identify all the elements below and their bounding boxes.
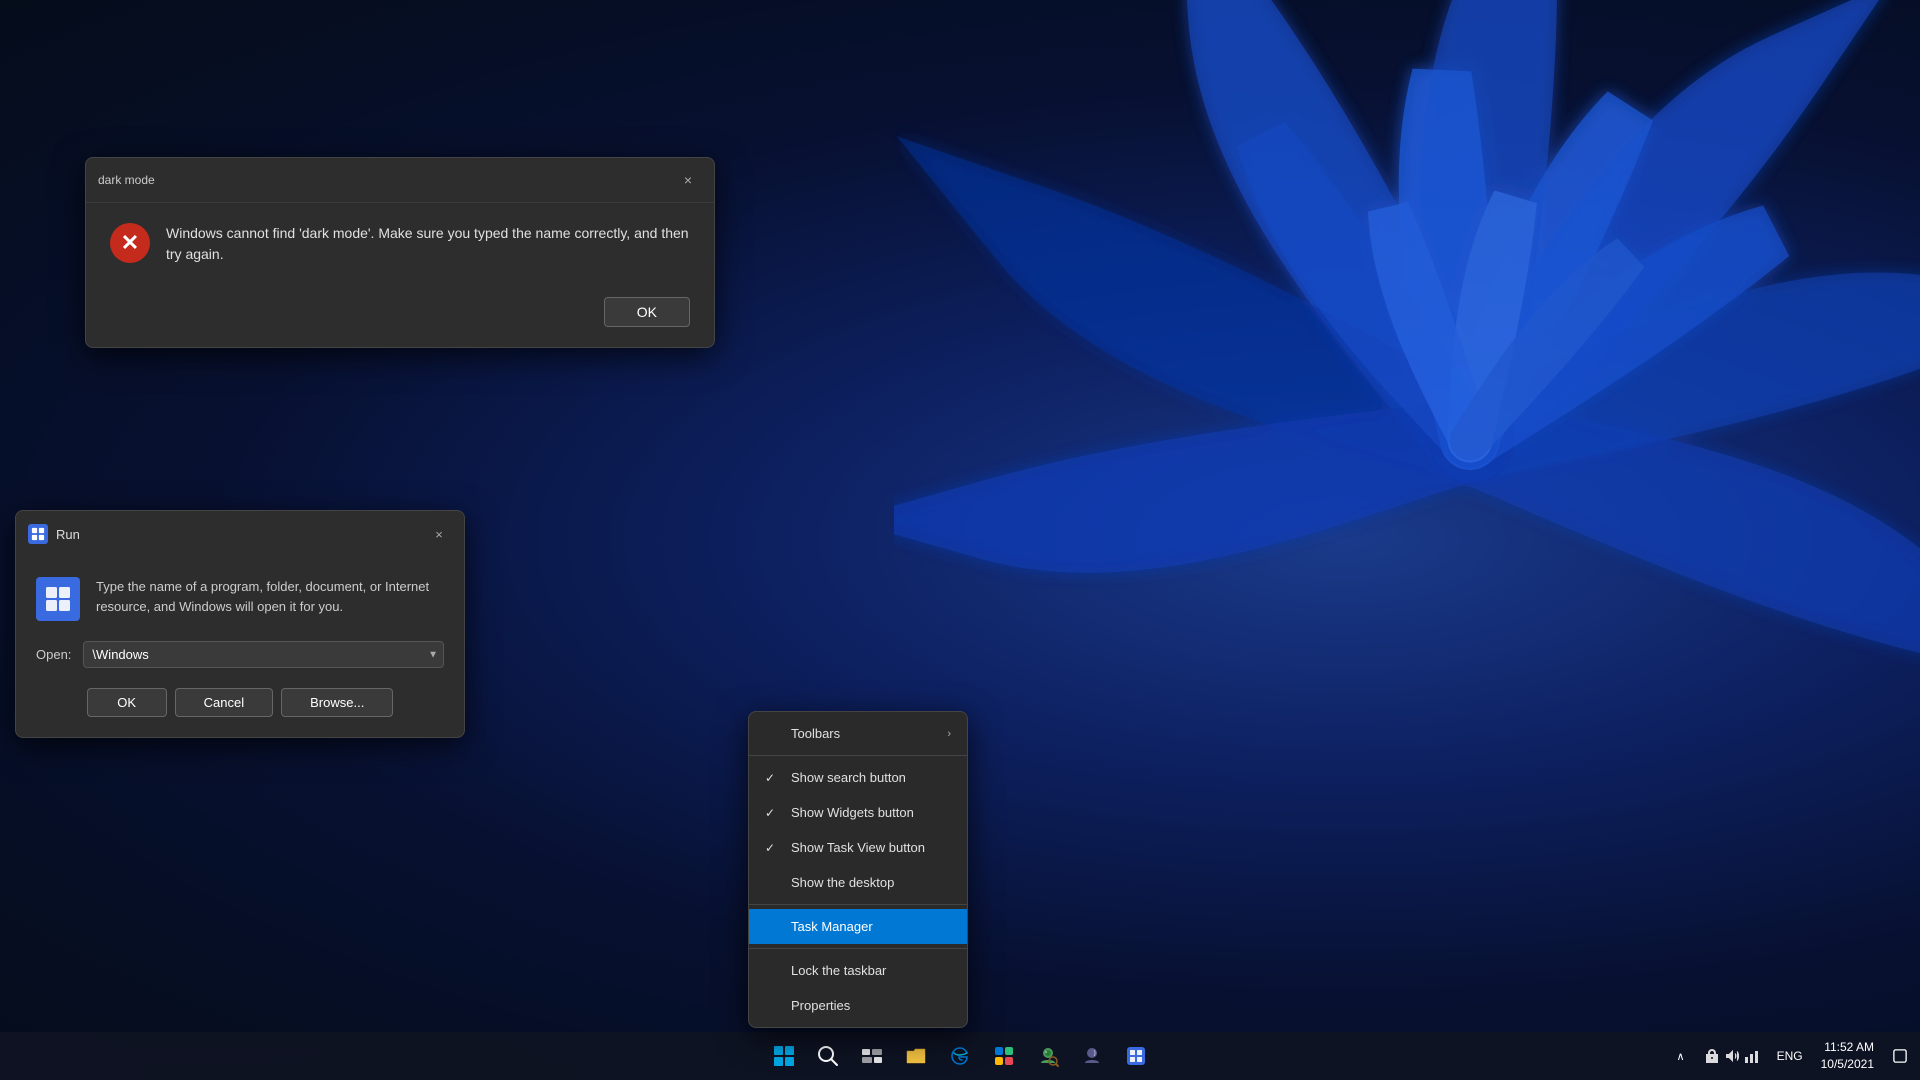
wallpaper-svg [820,0,1920,1020]
menu-item-show-widgets[interactable]: ✓ Show Widgets button [749,795,967,830]
search-button[interactable] [808,1036,848,1076]
menu-label-show-search: Show search button [791,770,906,785]
error-icon: ✕ [110,223,150,263]
run-dropdown-arrow[interactable]: ▼ [428,649,438,660]
run-dialog-close-button[interactable]: × [426,521,452,547]
menu-item-lock-taskbar[interactable]: Lock the taskbar [749,953,967,988]
menu-separator-1 [749,755,967,756]
edge-button[interactable] [940,1036,980,1076]
notification-button[interactable] [1888,1036,1912,1076]
run-dialog-body: Type the name of a program, folder, docu… [16,557,464,631]
menu-label-lock-taskbar: Lock the taskbar [791,963,886,978]
run-dialog-titlebar: Run × [16,511,464,557]
menu-item-show-taskview[interactable]: ✓ Show Task View button [749,830,967,865]
error-dialog: dark mode × ✕ Windows cannot find 'dark … [85,157,715,348]
error-dialog-footer: OK [86,285,714,347]
menu-arrow-toolbars: › [947,728,951,740]
run-input-wrap: ▼ [83,641,444,668]
menu-item-show-desktop[interactable]: Show the desktop [749,865,967,900]
menu-item-task-manager[interactable]: Task Manager [749,909,967,944]
tray-network-icon[interactable] [1743,1047,1761,1065]
widgets-button[interactable] [984,1036,1024,1076]
menu-label-task-manager: Task Manager [791,919,873,934]
taskbar-center [764,1036,1156,1076]
run-dialog-description: Type the name of a program, folder, docu… [96,577,444,616]
task-view-button[interactable] [852,1036,892,1076]
taskbar: ∧ [0,1032,1920,1080]
menu-label-show-desktop: Show the desktop [791,875,894,890]
stealth-app-button[interactable] [1072,1036,1112,1076]
run-app-icon [36,577,80,621]
error-dialog-title: dark mode [98,173,155,187]
run-title-icon [28,524,48,544]
error-dialog-message: Windows cannot find 'dark mode'. Make su… [166,223,690,265]
menu-item-toolbars[interactable]: Toolbars › [749,716,967,751]
menu-separator-2 [749,904,967,905]
tray-icons [1697,1043,1767,1069]
clock-date: 10/5/2021 [1821,1056,1874,1073]
menu-check-show-taskview: ✓ [765,841,781,855]
menu-item-show-search[interactable]: ✓ Show search button [749,760,967,795]
run-open-row: Open: ▼ [16,631,464,678]
menu-separator-3 [749,948,967,949]
error-dialog-titlebar: dark mode × [86,158,714,203]
taskbar-right: ∧ [1671,1036,1920,1076]
menu-check-show-widgets: ✓ [765,806,781,820]
start-button[interactable] [764,1036,804,1076]
clock-time: 11:52 AM [1824,1039,1874,1056]
menu-label-toolbars: Toolbars [791,726,840,741]
run-cancel-button[interactable]: Cancel [175,688,273,717]
run-dialog: Run × Type the name of a program, folder… [15,510,465,738]
menu-check-show-search: ✓ [765,771,781,785]
spy-app-button[interactable] [1028,1036,1068,1076]
menu-item-properties[interactable]: Properties [749,988,967,1023]
run-dialog-buttons: OK Cancel Browse... [16,678,464,737]
menu-label-properties: Properties [791,998,850,1013]
error-dialog-body: ✕ Windows cannot find 'dark mode'. Make … [86,203,714,285]
run-app-taskbar-button[interactable] [1116,1036,1156,1076]
run-open-label: Open: [36,647,71,662]
run-browse-button[interactable]: Browse... [281,688,393,717]
language-indicator[interactable]: ENG [1773,1045,1807,1067]
menu-label-show-widgets: Show Widgets button [791,805,914,820]
run-dialog-title: Run [56,527,80,542]
run-title-left: Run [28,524,80,544]
file-explorer-button[interactable] [896,1036,936,1076]
run-ok-button[interactable]: OK [87,688,167,717]
tray-volume-icon[interactable] [1723,1047,1741,1065]
menu-label-show-taskview: Show Task View button [791,840,925,855]
clock[interactable]: 11:52 AM 10/5/2021 [1813,1037,1882,1075]
tray-overflow-button[interactable]: ∧ [1671,1046,1691,1067]
tray-lock-icon[interactable] [1703,1047,1721,1065]
error-dialog-ok-button[interactable]: OK [604,297,690,327]
error-dialog-close-button[interactable]: × [674,166,702,194]
run-input[interactable] [83,641,444,668]
context-menu: Toolbars › ✓ Show search button ✓ Show W… [748,711,968,1028]
